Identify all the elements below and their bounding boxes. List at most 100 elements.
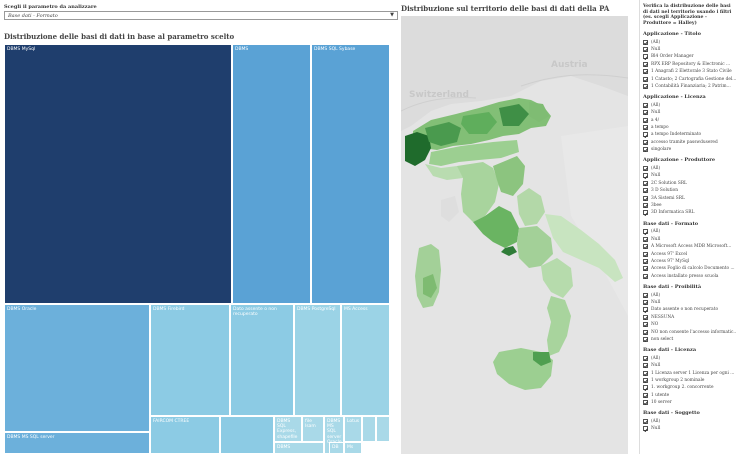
filter-option[interactable]: Null	[643, 109, 736, 116]
checkbox-checked-icon[interactable]	[643, 385, 648, 391]
treemap-cell-blank-3[interactable]	[376, 416, 390, 442]
checkbox-checked-icon[interactable]	[643, 370, 648, 376]
checkbox-checked-icon[interactable]	[643, 377, 648, 383]
treemap-cell-oracle[interactable]: DBMS Oracle	[4, 304, 150, 432]
filter-option[interactable]: 3bee	[643, 202, 736, 209]
checkbox-checked-icon[interactable]	[643, 54, 648, 60]
checkbox-checked-icon[interactable]	[643, 210, 648, 216]
checkbox-checked-icon[interactable]	[643, 258, 648, 264]
checkbox-checked-icon[interactable]	[643, 69, 648, 75]
treemap-cell-firebird[interactable]: DBMS Firebird	[150, 304, 230, 416]
checkbox-checked-icon[interactable]	[643, 229, 648, 235]
treemap-cell-ms-access[interactable]: MS Access	[341, 304, 390, 416]
checkbox-checked-icon[interactable]	[643, 314, 648, 320]
checkbox-checked-icon[interactable]	[643, 61, 648, 67]
filter-option[interactable]: Null	[643, 46, 736, 53]
filter-option[interactable]: 2C Solution SRL	[643, 180, 736, 187]
filter-option[interactable]: non select	[643, 336, 736, 343]
checkbox-checked-icon[interactable]	[643, 307, 648, 313]
checkbox-checked-icon[interactable]	[643, 266, 648, 272]
checkbox-checked-icon[interactable]	[643, 117, 648, 123]
treemap-cell-postgresql[interactable]: DBMS PostgreSql	[294, 304, 341, 416]
checkbox-checked-icon[interactable]	[643, 125, 648, 131]
checkbox-checked-icon[interactable]	[643, 400, 648, 406]
filter-option[interactable]: accesso tramite passwdusered	[643, 139, 736, 146]
filter-option[interactable]: 1. workgroup 2. concorrente	[643, 384, 736, 391]
treemap-cell-dbms[interactable]: DBMS	[232, 44, 311, 304]
filter-option[interactable]: 3D Informatica SRL	[643, 209, 736, 216]
checkbox-checked-icon[interactable]	[643, 195, 648, 201]
checkbox-checked-icon[interactable]	[643, 180, 648, 186]
filter-option[interactable]: (All)	[643, 38, 736, 45]
checkbox-checked-icon[interactable]	[643, 336, 648, 342]
filter-option[interactable]: (All)	[643, 165, 736, 172]
checkbox-checked-icon[interactable]	[643, 188, 648, 194]
filter-option[interactable]: Bl4 Order Manager	[643, 53, 736, 60]
filter-option[interactable]: NO	[643, 321, 736, 328]
checkbox-checked-icon[interactable]	[643, 392, 648, 398]
filter-option[interactable]: 1 Catasto; 2 Cartografia Gestione del...	[643, 75, 736, 82]
checkbox-checked-icon[interactable]	[643, 173, 648, 179]
filter-option[interactable]: À Microsoft Access MDB Microsoft...	[643, 243, 736, 250]
map-region-campania-molise[interactable]	[517, 226, 553, 268]
checkbox-checked-icon[interactable]	[643, 203, 648, 209]
treemap-cell-dato-assente[interactable]: Dato assente o non recuperato	[230, 304, 294, 416]
filter-option[interactable]: a 4/	[643, 116, 736, 123]
treemap-cell-dbms-small[interactable]: DBMS	[274, 442, 324, 454]
filter-option[interactable]: (All)	[643, 418, 736, 425]
filter-option[interactable]: 1 utente	[643, 392, 736, 399]
filter-option[interactable]: Access 97' MySql	[643, 258, 736, 265]
treemap-cell-db[interactable]: DB	[329, 442, 344, 454]
map-region-calabria[interactable]	[547, 296, 571, 356]
checkbox-checked-icon[interactable]	[643, 76, 648, 82]
filter-option[interactable]: singolare	[643, 146, 736, 153]
map-region-piemonte-dark[interactable]	[405, 132, 431, 166]
checkbox-checked-icon[interactable]	[643, 419, 648, 425]
filter-option[interactable]: Access 97' Excel	[643, 250, 736, 257]
filter-option[interactable]: (All)	[643, 102, 736, 109]
filter-option[interactable]: 1 Contabilità Finanziaria; 2 Patrim...	[643, 83, 736, 90]
filter-option[interactable]: Null	[643, 172, 736, 179]
filter-option[interactable]: Access installato presso scuola	[643, 272, 736, 279]
filter-option[interactable]: NESSUNA	[643, 314, 736, 321]
treemap-cell-blank-1[interactable]	[220, 416, 274, 454]
checkbox-checked-icon[interactable]	[643, 292, 648, 298]
map-region-abruzzo[interactable]	[517, 188, 545, 226]
filter-option[interactable]: RPX ERP Repository & Electronic ...	[643, 61, 736, 68]
checkbox-checked-icon[interactable]	[643, 299, 648, 305]
treemap-cell-sybase[interactable]: DBMS SQL Sybase	[311, 44, 390, 304]
checkbox-checked-icon[interactable]	[643, 426, 648, 432]
checkbox-checked-icon[interactable]	[643, 166, 648, 172]
filter-option[interactable]: NO non consente l'accesso informatic...	[643, 328, 736, 335]
filter-option[interactable]: (All)	[643, 291, 736, 298]
treemap-cell-sql-express[interactable]: DBMS SQL Express, shapefile	[274, 416, 302, 442]
parameter-select[interactable]: Base dati - Formato ▼	[4, 11, 398, 20]
checkbox-checked-icon[interactable]	[643, 47, 648, 53]
filter-option[interactable]: 3A Sistemi SRL	[643, 194, 736, 201]
filter-option[interactable]: a tempo	[643, 124, 736, 131]
map-region-basilicata[interactable]	[541, 258, 573, 298]
italy-map[interactable]: Austria Switzerland	[401, 16, 628, 454]
checkbox-checked-icon[interactable]	[643, 355, 648, 361]
map-region-roma[interactable]	[501, 246, 517, 256]
checkbox-checked-icon[interactable]	[643, 83, 648, 89]
checkbox-checked-icon[interactable]	[643, 236, 648, 242]
checkbox-checked-icon[interactable]	[643, 147, 648, 153]
filter-option[interactable]: 1 Anagrafi 2 Elettorale 3 Stato Civile	[643, 68, 736, 75]
checkbox-checked-icon[interactable]	[643, 39, 648, 45]
filter-option[interactable]: 10 server	[643, 399, 736, 406]
filter-option[interactable]: Null	[643, 299, 736, 306]
treemap-cell-blank-2[interactable]	[362, 416, 376, 442]
checkbox-checked-icon[interactable]	[643, 110, 648, 116]
treemap-cell-mysql[interactable]: DBMS MySql	[4, 44, 232, 304]
checkbox-checked-icon[interactable]	[643, 102, 648, 108]
checkbox-checked-icon[interactable]	[643, 273, 648, 279]
checkbox-checked-icon[interactable]	[643, 244, 648, 250]
filter-option[interactable]: Null	[643, 362, 736, 369]
treemap-cell-file-isam[interactable]: file Isam	[302, 416, 324, 442]
checkbox-checked-icon[interactable]	[643, 251, 648, 257]
filter-option[interactable]: 1 workgroup 2 nominale	[643, 377, 736, 384]
treemap-cell-ms[interactable]: Ms	[344, 442, 362, 454]
checkbox-checked-icon[interactable]	[643, 329, 648, 335]
filter-option[interactable]: 1 Licenza server 1 Licenza per ogni ...	[643, 369, 736, 376]
